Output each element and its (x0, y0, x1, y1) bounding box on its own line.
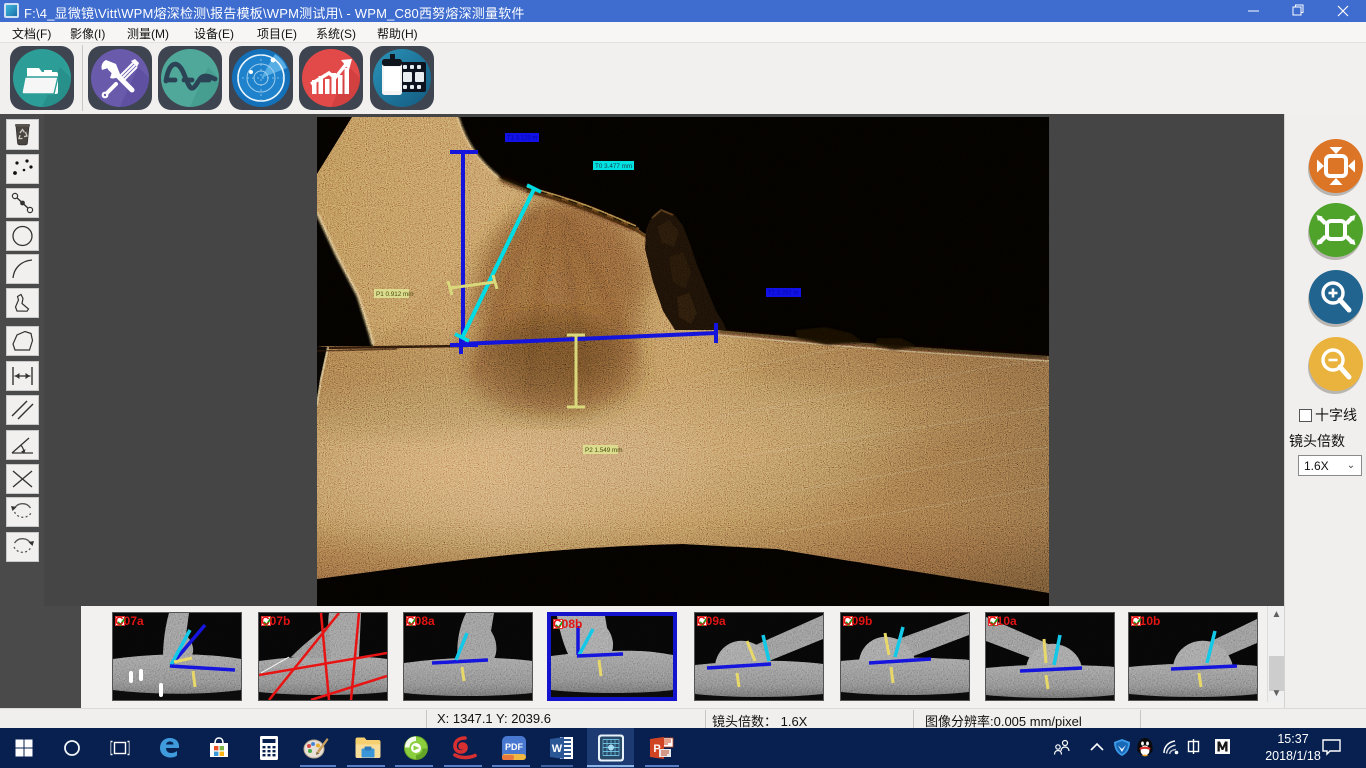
svg-text:T2 3.262 m: T2 3.262 m (768, 291, 798, 297)
svg-text:T1 3.125 m: T1 3.125 m (507, 136, 537, 142)
svg-text:T0 3.477 mm: T0 3.477 mm (595, 163, 632, 170)
svg-text:P2 1.549 mm: P2 1.549 mm (585, 447, 622, 454)
svg-text:P1 0.912 mm: P1 0.912 mm (376, 291, 413, 298)
